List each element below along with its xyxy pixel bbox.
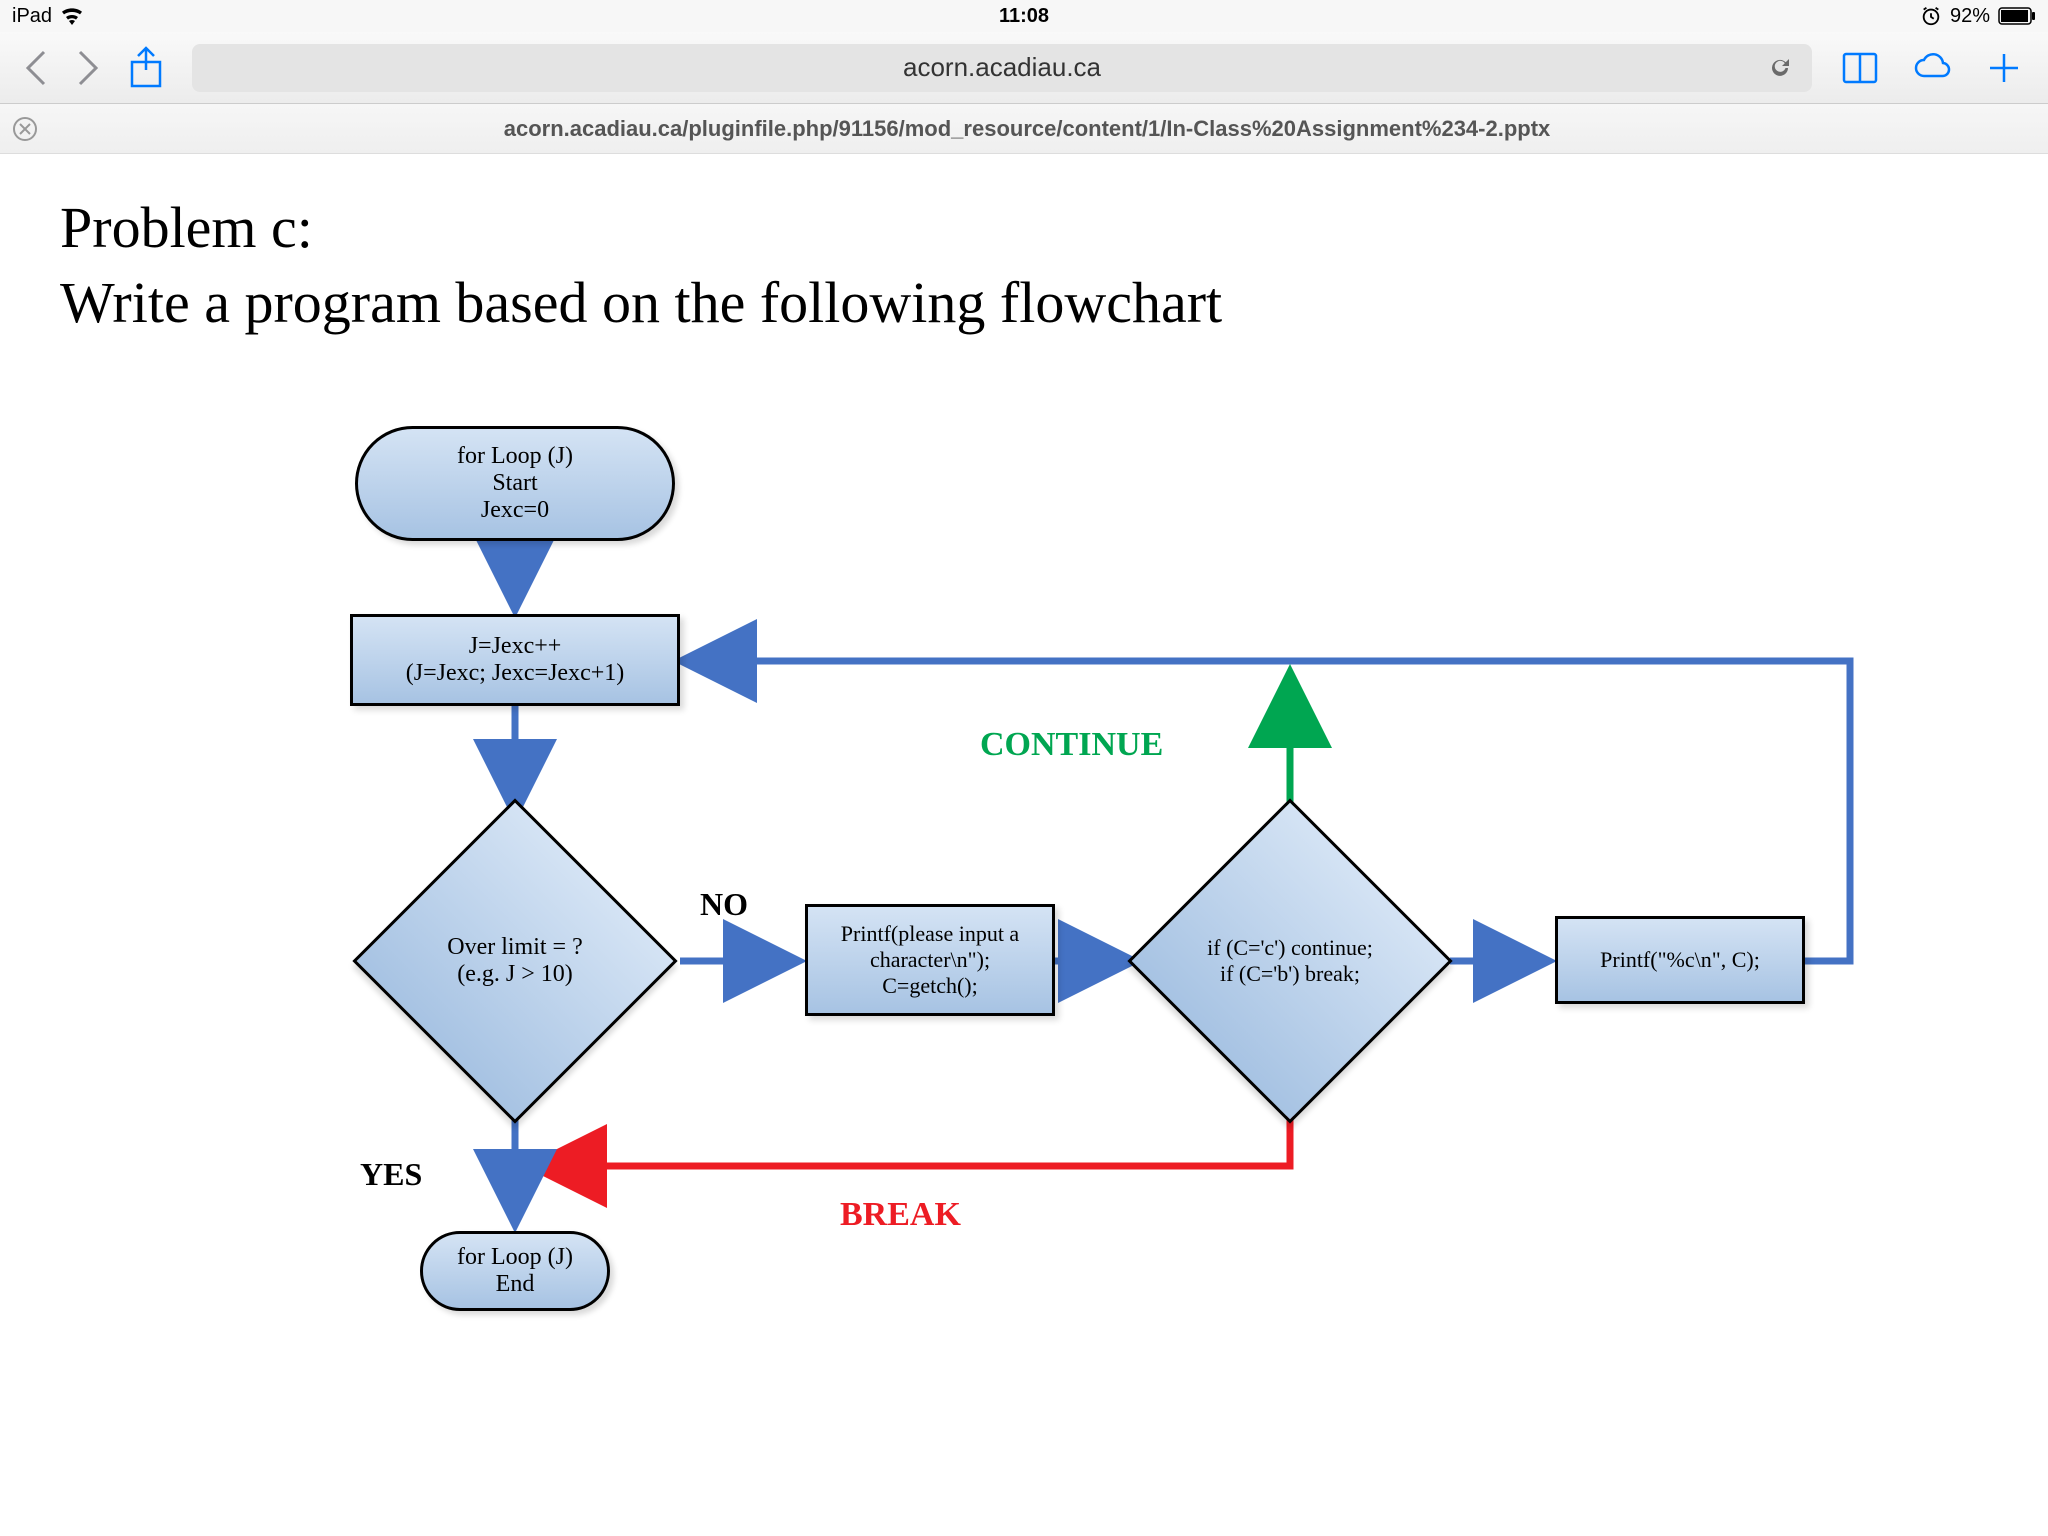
wifi-icon xyxy=(60,7,84,25)
document-content: Problem c: Write a program based on the … xyxy=(0,154,2048,1486)
share-icon[interactable] xyxy=(128,46,164,90)
url-text: acorn.acadiau.ca xyxy=(903,52,1101,83)
problem-subtitle: Write a program based on the following f… xyxy=(60,269,1988,336)
close-tab-icon[interactable] xyxy=(12,116,38,142)
label-yes: YES xyxy=(360,1156,422,1193)
status-bar: iPad 11:08 92% xyxy=(0,0,2048,32)
flowchart-end: for Loop (J) End xyxy=(420,1231,610,1311)
label-continue: CONTINUE xyxy=(980,726,1163,764)
reload-icon[interactable] xyxy=(1766,54,1794,82)
battery-icon xyxy=(1998,7,2036,25)
browser-toolbar: acorn.acadiau.ca xyxy=(0,32,2048,104)
flowchart-input: Printf(please input a character\n"); C=g… xyxy=(805,904,1055,1016)
alarm-icon xyxy=(1920,5,1942,27)
new-tab-icon[interactable] xyxy=(1984,48,2024,88)
book-icon[interactable] xyxy=(1840,48,1880,88)
device-label: iPad xyxy=(12,5,52,28)
battery-pct-label: 92% xyxy=(1950,5,1990,28)
flowchart-decision-limit: Over limit = ? (e.g. J > 10) xyxy=(400,846,630,1076)
full-url-label: acorn.acadiau.ca/pluginfile.php/91156/mo… xyxy=(58,116,2036,142)
tab-bar: acorn.acadiau.ca/pluginfile.php/91156/mo… xyxy=(0,104,2048,154)
flowchart-increment: J=Jexc++ (J=Jexc; Jexc=Jexc+1) xyxy=(350,614,680,706)
cloud-icon[interactable] xyxy=(1912,48,1952,88)
flowchart-decision-char: if (C='c') continue; if (C='b') break; xyxy=(1175,846,1405,1076)
problem-title: Problem c: xyxy=(60,194,1988,261)
back-button[interactable] xyxy=(24,50,48,86)
label-break: BREAK xyxy=(840,1196,961,1234)
forward-button[interactable] xyxy=(76,50,100,86)
label-no: NO xyxy=(700,886,748,923)
clock-label: 11:08 xyxy=(999,5,1049,28)
url-bar[interactable]: acorn.acadiau.ca xyxy=(192,44,1812,92)
flowchart-diagram: for Loop (J) Start Jexc=0 J=Jexc++ (J=Je… xyxy=(60,396,1960,1446)
flowchart-output: Printf("%c\n", C); xyxy=(1555,916,1805,1004)
flowchart-start: for Loop (J) Start Jexc=0 xyxy=(355,426,675,541)
